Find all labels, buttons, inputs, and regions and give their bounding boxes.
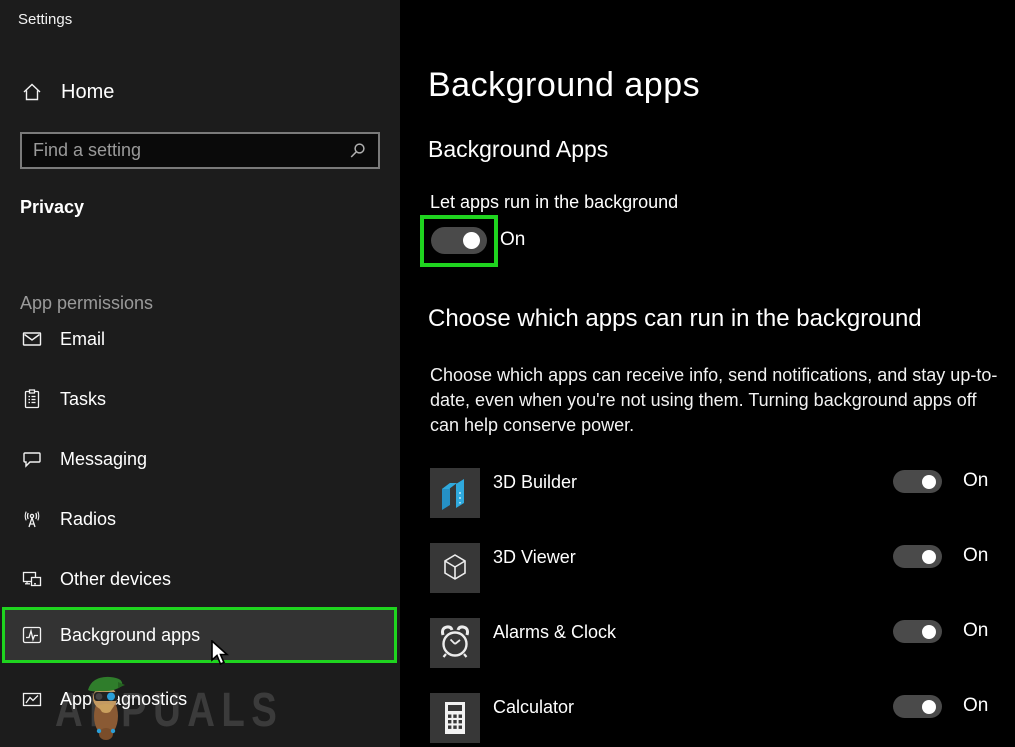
- 3d-viewer-app-icon: [430, 543, 480, 593]
- toggle-state: On: [963, 618, 988, 643]
- let-apps-run-toggle[interactable]: [431, 227, 487, 254]
- tasks-icon: [22, 389, 42, 409]
- main-content: Background apps Background Apps Let apps…: [400, 0, 1015, 747]
- watermark-mascot-logo: [84, 668, 128, 744]
- choose-apps-description: Choose which apps can receive info, send…: [430, 363, 998, 438]
- app-name: Alarms & Clock: [493, 619, 616, 645]
- background-apps-heading: Background Apps: [428, 136, 608, 163]
- privacy-heading: Privacy: [20, 197, 84, 218]
- email-icon: [22, 329, 42, 349]
- app-row-3d-viewer: 3D Viewer On: [430, 543, 1015, 593]
- app-diagnostics-icon: [22, 689, 42, 709]
- window-title: Settings: [18, 11, 72, 28]
- sidebar-item-label: Messaging: [60, 449, 147, 470]
- toggle-knob: [922, 700, 936, 714]
- sidebar-item-tasks[interactable]: Tasks: [0, 377, 400, 421]
- let-apps-run-label: Let apps run in the background: [430, 192, 678, 213]
- let-apps-run-toggle-state: On: [500, 229, 525, 251]
- alarms-clock-toggle[interactable]: [893, 620, 942, 643]
- app-row-3d-builder: 3D Builder On: [430, 468, 1015, 518]
- 3d-viewer-toggle[interactable]: [893, 545, 942, 568]
- app-row-calculator: Calculator On: [430, 693, 1015, 743]
- sidebar-item-radios[interactable]: Radios: [0, 497, 400, 541]
- choose-apps-heading: Choose which apps can run in the backgro…: [428, 305, 922, 333]
- sidebar: Settings APPUALS Home Privacy App permis…: [0, 0, 400, 747]
- toggle-knob: [922, 475, 936, 489]
- sidebar-item-messaging[interactable]: Messaging: [0, 437, 400, 481]
- app-name: 3D Builder: [493, 469, 577, 495]
- background-apps-icon: [22, 625, 42, 645]
- search-input[interactable]: [22, 140, 348, 161]
- annotation-highlight-box: [420, 215, 498, 267]
- app-permissions-group-label: App permissions: [20, 293, 153, 314]
- sidebar-item-label: Other devices: [60, 569, 171, 590]
- app-name: Calculator: [493, 694, 574, 720]
- toggle-state: On: [963, 468, 988, 493]
- sidebar-item-email[interactable]: Email: [0, 317, 400, 361]
- app-name: 3D Viewer: [493, 544, 576, 570]
- calculator-toggle[interactable]: [893, 695, 942, 718]
- toggle-knob: [463, 232, 480, 249]
- sidebar-item-label: Tasks: [60, 389, 106, 410]
- mouse-cursor: [211, 640, 233, 668]
- other-devices-icon: [22, 569, 42, 589]
- search-box[interactable]: [20, 132, 380, 169]
- alarms-clock-app-icon: [430, 618, 480, 668]
- toggle-knob: [922, 625, 936, 639]
- app-row-alarms-clock: Alarms & Clock On: [430, 618, 1015, 668]
- sidebar-item-label: Email: [60, 329, 105, 350]
- 3d-builder-app-icon: [430, 468, 480, 518]
- page-title: Background apps: [428, 66, 700, 105]
- sidebar-item-home[interactable]: Home: [0, 72, 400, 112]
- sidebar-item-app-diagnostics[interactable]: App diagnostics: [0, 677, 400, 721]
- sidebar-item-label: Radios: [60, 509, 116, 530]
- sidebar-item-label: Home: [61, 81, 114, 104]
- radios-icon: [22, 509, 42, 529]
- messaging-icon: [22, 449, 42, 469]
- toggle-knob: [922, 550, 936, 564]
- sidebar-item-background-apps[interactable]: Background apps: [2, 607, 397, 663]
- toggle-state: On: [963, 693, 988, 718]
- 3d-builder-toggle[interactable]: [893, 470, 942, 493]
- sidebar-item-label: Background apps: [60, 625, 200, 646]
- sidebar-item-other-devices[interactable]: Other devices: [0, 557, 400, 601]
- calculator-app-icon: [430, 693, 480, 743]
- search-icon[interactable]: [348, 142, 366, 160]
- toggle-state: On: [963, 543, 988, 568]
- settings-window: Settings APPUALS Home Privacy App permis…: [0, 0, 1015, 747]
- home-icon: [22, 82, 42, 102]
